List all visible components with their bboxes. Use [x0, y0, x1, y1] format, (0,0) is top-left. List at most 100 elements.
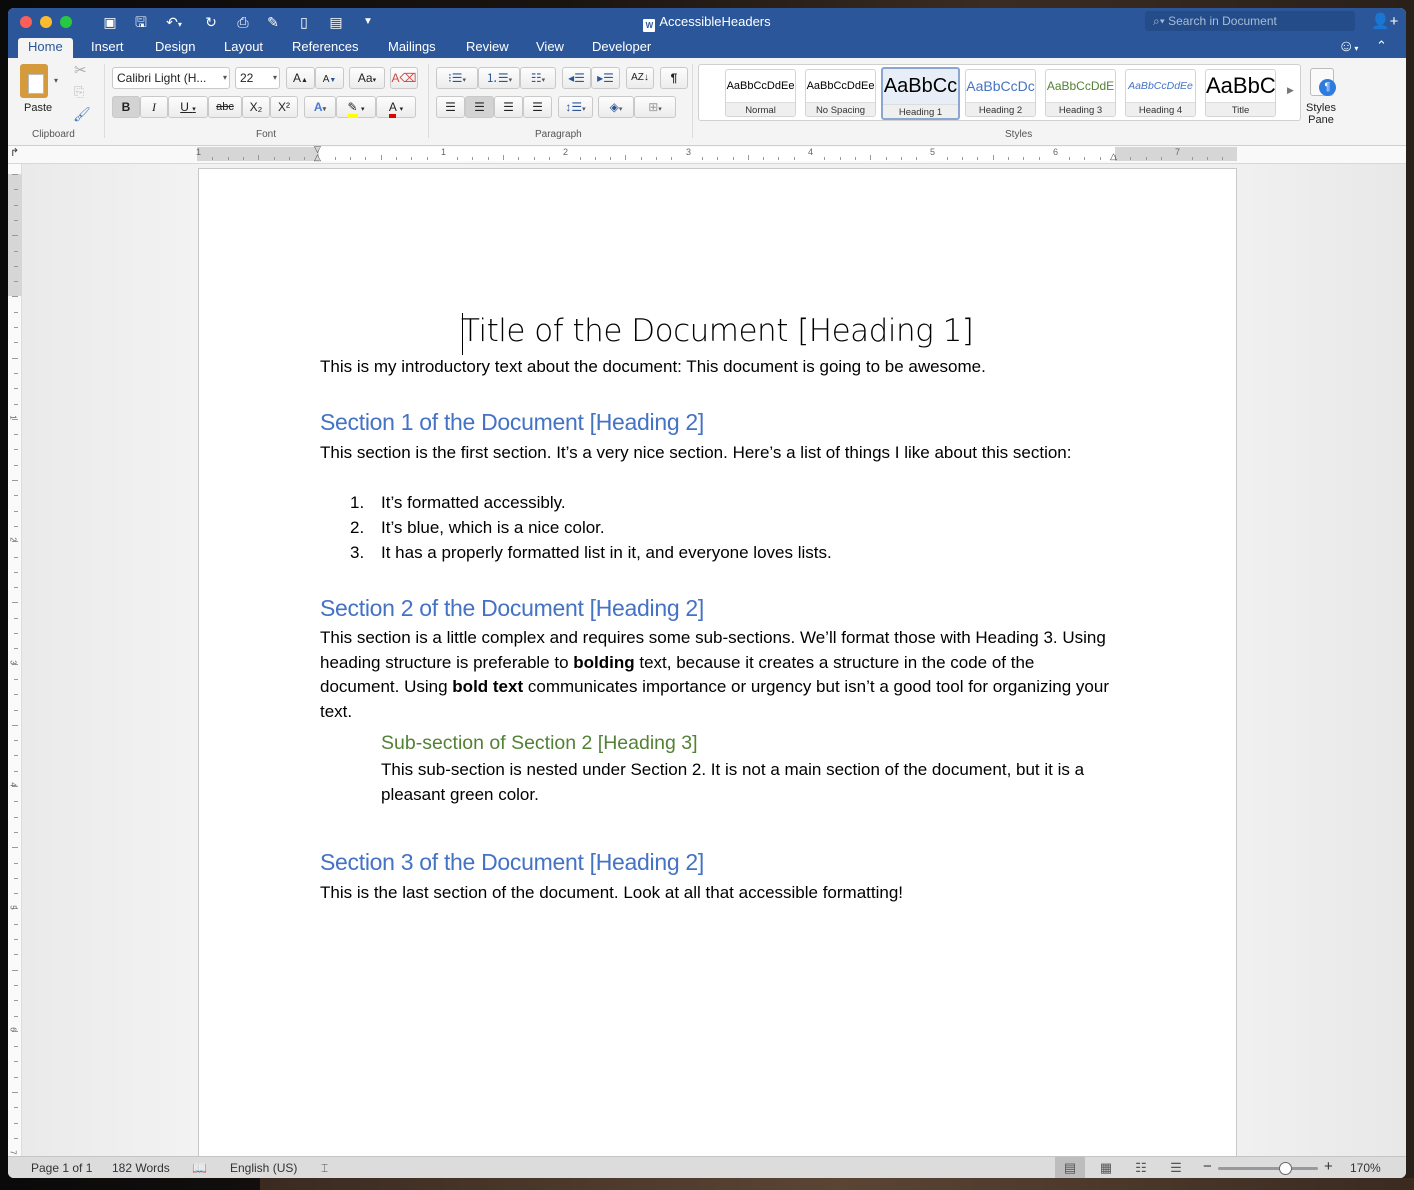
ruler-tick [900, 157, 902, 160]
list-item[interactable]: 1. It’s formatted accessibly. [350, 491, 566, 516]
multilevel-list-button[interactable]: ☷▾ [520, 67, 556, 89]
style-heading-1[interactable]: AaBbCc Heading 1 [881, 67, 960, 120]
styles-pane-button[interactable]: Styles Pane [1306, 102, 1336, 126]
show-formatting-marks-button[interactable]: ¶ [660, 67, 688, 89]
increase-indent-button[interactable]: ▸☰ [591, 67, 620, 89]
bold-button[interactable]: B [112, 96, 140, 118]
web-layout-view-button[interactable]: ▦ [1091, 1157, 1121, 1178]
styles-pane-icon[interactable]: ¶ [1310, 68, 1336, 96]
tab-view[interactable]: View [526, 38, 574, 58]
zoom-slider-thumb[interactable] [1278, 1162, 1292, 1175]
style-title[interactable]: AaBbC Title [1205, 69, 1276, 117]
ruler-number: 6 [8, 1027, 18, 1032]
text-effects-button[interactable]: A▾ [304, 96, 336, 118]
page-count[interactable]: Page 1 of 1 [31, 1161, 92, 1175]
sort-button[interactable]: AZ↓ [626, 67, 654, 89]
first-line-indent-marker[interactable]: ▽ △ [314, 145, 321, 162]
tab-mailings[interactable]: Mailings [378, 38, 446, 58]
borders-button[interactable]: ⊞▾ [634, 96, 676, 118]
line-spacing-button[interactable]: ↕☰▾ [558, 96, 593, 118]
list-item[interactable]: 2. It’s blue, which is a nice color. [350, 516, 605, 541]
zoom-slider[interactable] [1218, 1167, 1318, 1170]
font-color-button[interactable]: A ▾ [376, 96, 416, 118]
paste-label[interactable]: Paste [24, 102, 52, 114]
font-size-combo[interactable]: 22 ▾ [235, 67, 280, 89]
ruler-tick [1160, 157, 1162, 160]
collapse-ribbon-icon[interactable]: ⌃ [1376, 38, 1387, 54]
paste-options-caret[interactable]: ▾ [54, 76, 58, 85]
style-heading-3[interactable]: AaBbCcDdE Heading 3 [1045, 69, 1116, 117]
ruler-tick [594, 157, 596, 160]
copy-icon[interactable]: ⎘ [74, 84, 84, 100]
tab-design[interactable]: Design [145, 38, 205, 58]
decrease-indent-button[interactable]: ◂☰ [562, 67, 591, 89]
share-icon[interactable]: 👤+ [1371, 12, 1398, 30]
style-heading-2[interactable]: AaBbCcDc Heading 2 [965, 69, 1036, 117]
search-in-document-input[interactable]: ⌕▾ Search in Document [1145, 11, 1355, 31]
outline-view-button[interactable]: ☷ [1126, 1157, 1156, 1178]
ruler-tick [14, 831, 18, 833]
section3-heading[interactable]: Section 3 of the Document [Heading 2] [320, 849, 704, 876]
section1-heading[interactable]: Section 1 of the Document [Heading 2] [320, 409, 704, 436]
style-heading-4[interactable]: AaBbCcDdEe Heading 4 [1125, 69, 1196, 117]
tab-stop-selector-icon[interactable]: ↱ [10, 146, 19, 159]
tab-references[interactable]: References [282, 38, 368, 58]
section1-paragraph[interactable]: This section is the first section. It’s … [320, 441, 1110, 466]
change-case-button[interactable]: Aa▾ [349, 67, 385, 89]
horizontal-ruler[interactable]: ↱ 1 1 2 3 4 5 6 7 ▽ △ △ [8, 145, 1406, 164]
shading-button[interactable]: ◈▾ [598, 96, 634, 118]
print-layout-view-button[interactable]: ▤ [1055, 1157, 1085, 1178]
strikethrough-button[interactable]: abc [208, 96, 242, 118]
style-normal[interactable]: AaBbCcDdEe Normal [725, 69, 796, 117]
superscript-button[interactable]: X² [270, 96, 298, 118]
tab-insert[interactable]: Insert [81, 38, 134, 58]
document-title-heading1[interactable]: Title of the Document [Heading 1] [461, 313, 974, 349]
list-item[interactable]: 3. It has a properly formatted list in it… [350, 541, 832, 566]
format-painter-icon[interactable]: 🖌 [73, 106, 91, 123]
ruler-tick [14, 204, 18, 206]
subsection-paragraph[interactable]: This sub-section is nested under Section… [381, 758, 1111, 807]
zoom-in-button[interactable]: + [1324, 1158, 1333, 1175]
grow-font-button[interactable]: A▲ [286, 67, 315, 89]
draft-view-button[interactable]: ☰ [1161, 1157, 1191, 1178]
tab-review[interactable]: Review [456, 38, 519, 58]
right-indent-marker[interactable]: △ [1110, 151, 1117, 162]
section3-paragraph[interactable]: This is the last section of the document… [320, 881, 903, 906]
feedback-smiley-icon[interactable]: ☺▾ [1338, 38, 1358, 56]
align-right-button[interactable]: ☰ [494, 96, 523, 118]
zoom-percentage[interactable]: 170% [1350, 1161, 1381, 1175]
style-no-spacing[interactable]: AaBbCcDdEe No Spacing [805, 69, 876, 117]
section2-heading[interactable]: Section 2 of the Document [Heading 2] [320, 595, 704, 622]
proofing-icon[interactable]: 📖 [192, 1161, 207, 1175]
intro-paragraph[interactable]: This is my introductory text about the d… [320, 355, 986, 380]
shrink-font-button[interactable]: A▼ [315, 67, 344, 89]
align-left-button[interactable]: ☰ [436, 96, 465, 118]
zoom-out-button[interactable]: − [1203, 1158, 1212, 1175]
italic-button[interactable]: I [140, 96, 168, 118]
paste-icon[interactable] [20, 64, 48, 98]
highlight-button[interactable]: ✎ ▾ [336, 96, 376, 118]
justify-button[interactable]: ☰ [523, 96, 552, 118]
cut-icon[interactable]: ✂ [74, 61, 87, 79]
language-indicator[interactable]: English (US) [230, 1161, 297, 1175]
styles-gallery-next-icon[interactable]: ▶ [1287, 85, 1294, 96]
font-name-combo[interactable]: Calibri Light (H... ▾ [112, 67, 230, 89]
vertical-ruler[interactable]: 1 2 3 4 5 6 7 [8, 164, 22, 1158]
tab-layout[interactable]: Layout [214, 38, 273, 58]
subscript-button[interactable]: X₂ [242, 96, 270, 118]
bullets-button[interactable]: ⁝☰▾ [436, 67, 478, 89]
track-changes-icon[interactable]: ⌶ [321, 1161, 328, 1176]
group-divider [692, 64, 693, 138]
align-center-button[interactable]: ☰ [465, 96, 494, 118]
underline-button[interactable]: U ▾ [168, 96, 208, 118]
ruler-tick [992, 155, 994, 160]
numbering-button[interactable]: ⒈☰▾ [478, 67, 520, 89]
tab-developer[interactable]: Developer [582, 38, 661, 58]
ruler-tick [14, 755, 18, 757]
word-count[interactable]: 182 Words [112, 1161, 170, 1175]
tab-home[interactable]: Home [18, 38, 73, 58]
document-page[interactable]: Title of the Document [Heading 1] This i… [198, 168, 1237, 1168]
subsection-heading3[interactable]: Sub-section of Section 2 [Heading 3] [381, 732, 698, 755]
section2-paragraph[interactable]: This section is a little complex and req… [320, 626, 1115, 725]
clear-formatting-button[interactable]: A⌫ [390, 67, 418, 89]
